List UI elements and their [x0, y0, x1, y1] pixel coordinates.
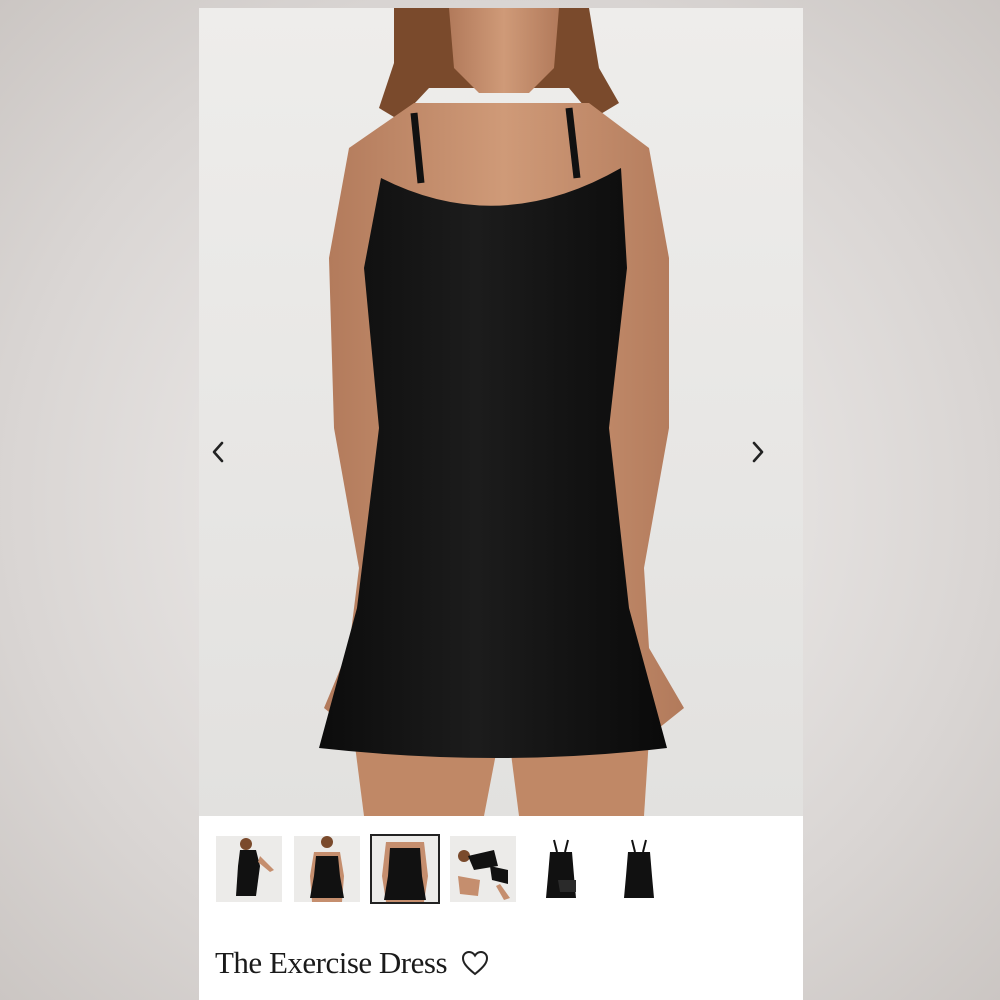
product-title-row: The Exercise Dress	[215, 938, 775, 988]
thumb-front-closeup[interactable]	[370, 834, 440, 904]
thumbnail-strip	[214, 828, 788, 908]
thumb-side-view[interactable]	[216, 836, 282, 902]
thumb-front-view[interactable]	[294, 836, 360, 902]
product-card: The Exercise Dress	[199, 8, 803, 1000]
product-main-image	[199, 8, 803, 816]
thumb-flat-with-shorts[interactable]	[528, 836, 594, 902]
thumb-kneeling-pose[interactable]	[450, 836, 516, 902]
model-wearing-dress-image	[319, 8, 684, 816]
product-title: The Exercise Dress	[215, 945, 448, 980]
thumb-flat-dress[interactable]	[606, 836, 672, 902]
heart-outline-icon[interactable]	[461, 950, 489, 976]
chevron-left-icon[interactable]	[211, 441, 251, 481]
chevron-right-icon[interactable]	[751, 441, 791, 481]
